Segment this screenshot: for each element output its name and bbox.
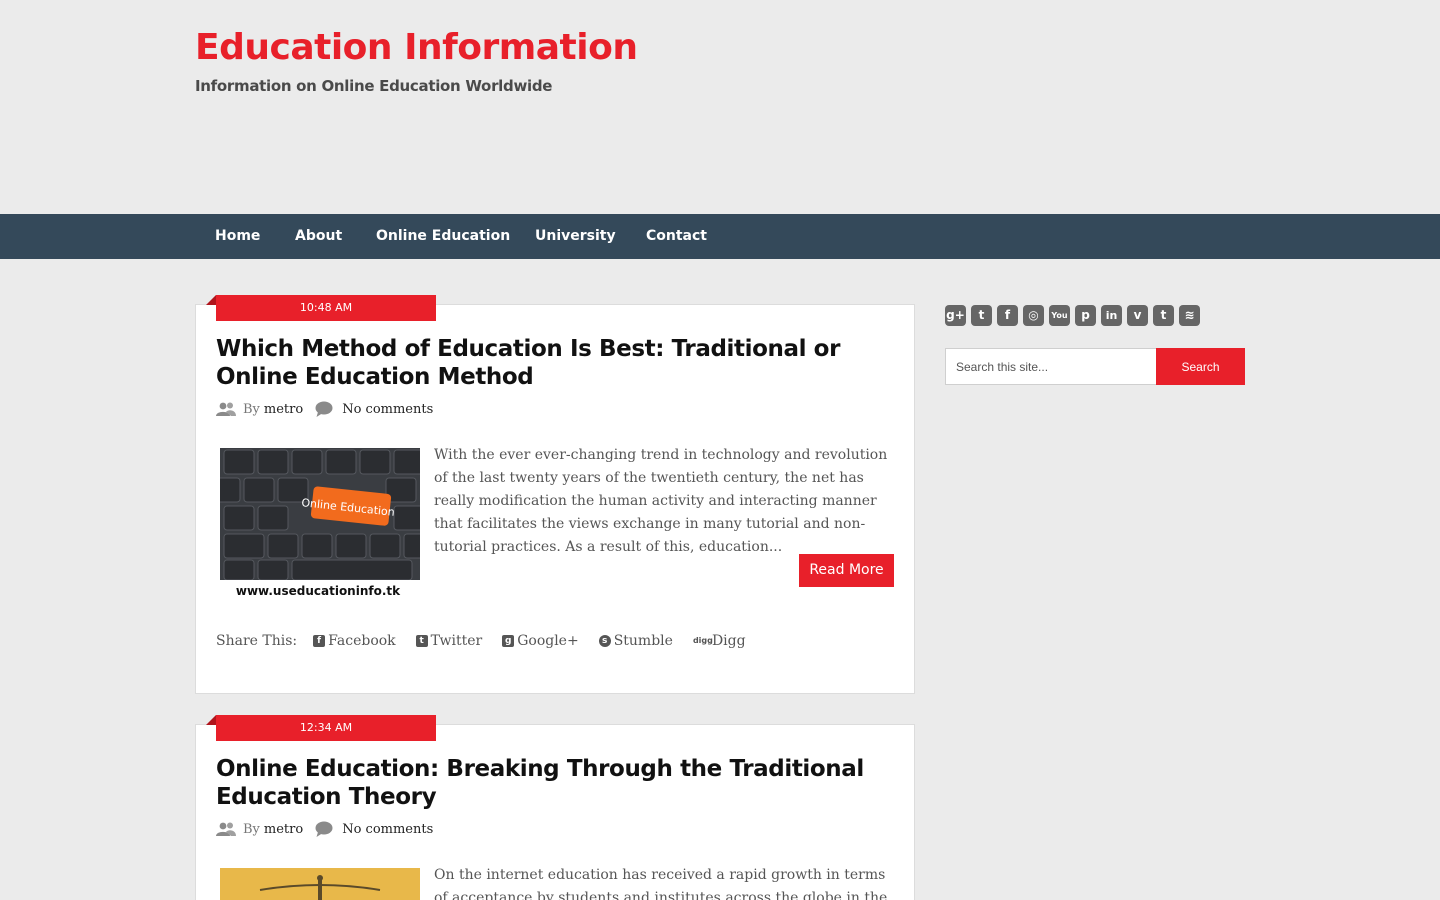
social-icons-bar: g+ t f ◎ You p in v t ≋ [945,305,1205,326]
youtube-icon[interactable]: You [1049,305,1070,326]
google-plus-icon[interactable]: g+ [945,305,966,326]
share-facebook-label: Facebook [328,633,396,649]
comments-link[interactable]: No comments [342,402,433,417]
read-more-button[interactable]: Read More [799,554,894,587]
linkedin-icon[interactable]: in [1101,305,1122,326]
users-icon [216,402,236,416]
author-link[interactable]: metro [264,402,303,417]
share-google-plus-link[interactable]: g Google+ [502,633,579,649]
share-bar: Share This: f Facebook t Twitter g Googl… [216,633,766,649]
post-excerpt: With the ever ever-changing trend in tec… [434,447,888,555]
rss-icon[interactable]: ≋ [1179,305,1200,326]
main-navigation: Home About Online Education University C… [0,214,1440,259]
nav-item-university[interactable]: University [535,214,616,259]
author-prefix: By [243,401,260,417]
share-twitter-label: Twitter [430,633,483,649]
users-icon [216,822,236,836]
post-excerpt: On the internet education has received a… [434,867,888,900]
ribbon-fold [206,295,216,305]
share-stumble-link[interactable]: s Stumble [598,633,673,649]
share-stumble-label: Stumble [613,633,673,649]
share-facebook-link[interactable]: f Facebook [313,633,396,649]
vimeo-icon[interactable]: v [1127,305,1148,326]
site-tagline: Information on Online Education Worldwid… [195,77,553,95]
thumbnail-caption: www.useducationinfo.tk [236,584,401,598]
site-title[interactable]: Education Information [195,27,638,68]
share-digg-link[interactable]: digg Digg [693,633,746,649]
ribbon-fold [206,715,216,725]
post-time-ribbon: 12:34 AM [216,715,436,741]
author-prefix: By [243,821,260,837]
twitter-icon[interactable]: t [971,305,992,326]
comment-icon [315,821,333,837]
share-label: Share This: [216,633,298,649]
share-twitter-link[interactable]: t Twitter [415,633,483,649]
post-meta: By metro No comments [216,821,433,837]
stumbleupon-icon: s [598,635,611,647]
nav-item-home[interactable]: Home [215,214,260,259]
post-card: 10:48 AM Which Method of Education Is Be… [195,295,915,694]
instagram-icon[interactable]: ◎ [1023,305,1044,326]
post-meta: By metro No comments [216,401,433,417]
post-thumbnail[interactable]: Online Education www.useducationinfo.tk [220,448,420,600]
comments-link[interactable]: No comments [342,822,433,837]
search-button[interactable]: Search [1156,348,1245,385]
post-thumbnail[interactable] [220,868,420,900]
author-link[interactable]: metro [264,822,303,837]
post-card: 12:34 AM Online Education: Breaking Thro… [195,715,915,900]
digg-icon: digg [692,636,713,645]
share-google-plus-label: Google+ [517,633,579,649]
twitter-icon: t [415,635,428,647]
search-input[interactable] [945,348,1157,385]
comment-icon [315,401,333,417]
post-time-ribbon: 10:48 AM [216,295,436,321]
pinterest-icon[interactable]: p [1075,305,1096,326]
google-plus-icon: g [502,635,515,647]
post-title[interactable]: Which Method of Education Is Best: Tradi… [216,335,876,391]
facebook-icon[interactable]: f [997,305,1018,326]
nav-item-about[interactable]: About [295,214,342,259]
nav-item-online-education[interactable]: Online Education [376,214,510,259]
share-digg-label: Digg [711,633,746,649]
facebook-icon: f [313,635,326,647]
tumblr-icon[interactable]: t [1153,305,1174,326]
post-title[interactable]: Online Education: Breaking Through the T… [216,755,876,811]
nav-item-contact[interactable]: Contact [646,214,707,259]
